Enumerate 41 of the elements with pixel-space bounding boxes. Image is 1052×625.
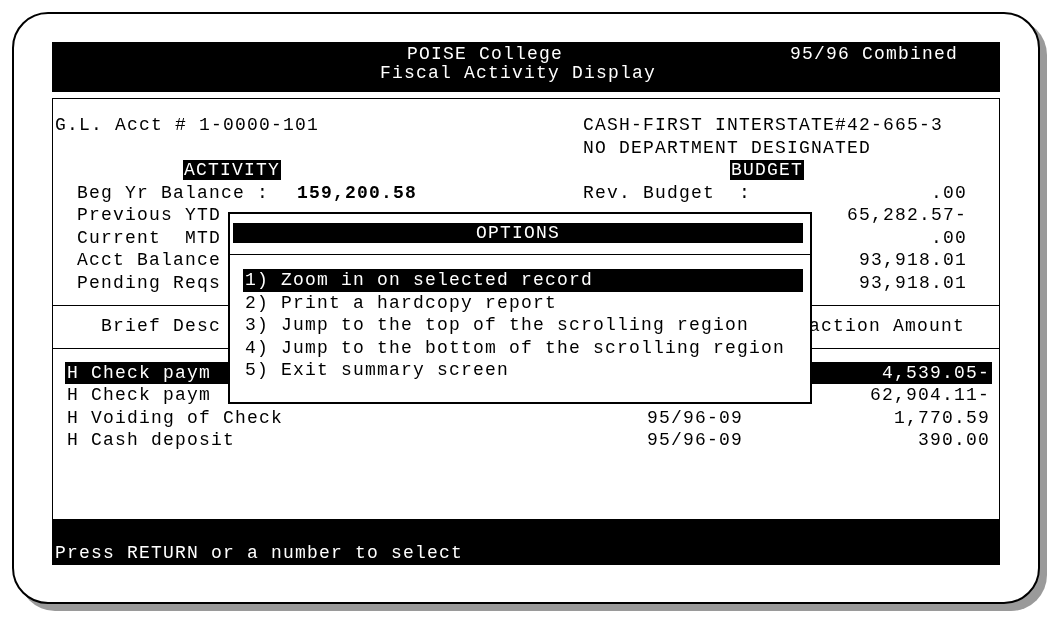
table-cell: 95/96-09 <box>647 429 743 452</box>
dialog-title: OPTIONS <box>233 223 803 243</box>
section-heading: BUDGET <box>730 160 804 181</box>
menu-item[interactable]: 4) Jump to the bottom of the scrolling region <box>243 336 803 359</box>
table-cell: 95/96-09 <box>647 406 743 429</box>
field-label: Beg Yr Balance : <box>77 181 270 204</box>
table-cell: H Cash deposit <box>67 429 236 452</box>
field-label: Pending Reqs <box>77 271 222 294</box>
field-value: .00 <box>931 226 967 249</box>
status-bar: Press RETURN or a number to select <box>52 520 1000 565</box>
field-label: Rev. Budget : <box>583 181 752 204</box>
menu-item[interactable]: 1) Zoom in on selected record <box>243 269 803 292</box>
table-cell: 1,770.59 <box>894 406 990 429</box>
menu-item[interactable]: 2) Print a hardcopy report <box>243 291 803 314</box>
column-header: Brief Desc <box>101 315 222 338</box>
period-label: 95/96 Combined <box>790 45 959 64</box>
table-cell: 390.00 <box>918 429 990 452</box>
table-cell: 4,539.05- <box>881 361 990 384</box>
account-description: NO DEPARTMENT DESIGNATED <box>583 136 872 159</box>
table-cell: H Check paym <box>67 361 212 384</box>
menu-item[interactable]: 5) Exit summary screen <box>243 359 803 382</box>
account-description: CASH-FIRST INTERSTATE#42-665-3 <box>583 114 944 137</box>
field-label: Acct Balance <box>77 249 222 272</box>
field-value: .00 <box>931 181 967 204</box>
table-row[interactable]: H Cash deposit 95/96-09 390.00 <box>65 429 992 452</box>
column-header: action Amount <box>808 315 965 338</box>
field-label: Previous YTD <box>77 204 222 227</box>
field-value: 159,200.58 <box>297 181 418 204</box>
field-value: 65,282.57- <box>846 204 967 227</box>
section-heading: ACTIVITY <box>183 160 281 181</box>
header-title: POISE College <box>407 45 565 64</box>
menu-item[interactable]: 3) Jump to the top of the scrolling region <box>243 314 803 337</box>
account-number: G.L. Acct # 1-0000-101 <box>55 114 320 137</box>
table-cell: H Check paym <box>67 384 212 407</box>
field-value: 93,918.01 <box>858 249 967 272</box>
header-subtitle: Fiscal Activity Display <box>380 64 657 83</box>
field-label: Current MTD <box>77 226 222 249</box>
table-cell: H Voiding of Check <box>67 406 284 429</box>
table-cell: 62,904.11- <box>869 384 990 407</box>
table-row[interactable]: H Voiding of Check 95/96-09 1,770.59 <box>65 406 992 429</box>
field-value: 93,918.01 <box>858 271 967 294</box>
